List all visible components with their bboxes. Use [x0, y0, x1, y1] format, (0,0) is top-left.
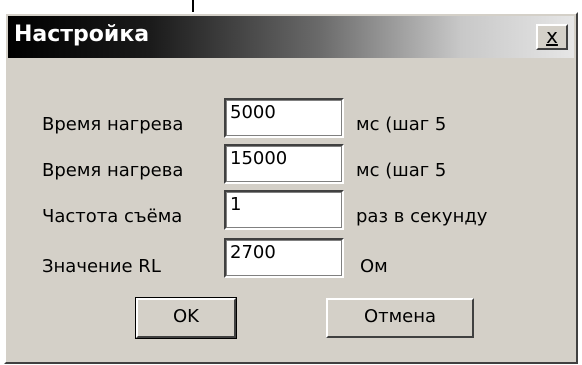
cancel-button[interactable]: Отмена: [326, 298, 474, 338]
rl-value-label: Значение RL: [42, 256, 161, 277]
heat-time-label-2: Время нагрева: [42, 160, 184, 181]
sample-rate-label: Частота съёма: [42, 206, 183, 227]
rl-value-unit: Ом: [360, 256, 388, 277]
rl-value-field[interactable]: 2700: [224, 238, 344, 278]
heat-time-unit-2: мс (шаг 5: [356, 160, 447, 181]
dialog-title: Настройка: [14, 22, 150, 47]
sample-rate-unit: раз в секунду: [356, 206, 488, 227]
heat-time-field-2[interactable]: 15000: [224, 144, 344, 184]
heat-time-field-1[interactable]: 5000: [224, 98, 344, 138]
sample-rate-field[interactable]: 1: [224, 190, 344, 230]
divider: [192, 0, 194, 12]
settings-dialog: Настройка x Время нагрева 5000 мс (шаг 5…: [4, 12, 578, 364]
close-icon: x: [546, 24, 558, 48]
heat-time-unit-1: мс (шаг 5: [356, 114, 447, 135]
ok-button[interactable]: OK: [135, 297, 237, 339]
heat-time-label-1: Время нагрева: [42, 114, 184, 135]
close-button[interactable]: x: [536, 24, 568, 50]
title-bar[interactable]: Настройка x: [8, 16, 574, 58]
background-strip: [0, 0, 582, 12]
